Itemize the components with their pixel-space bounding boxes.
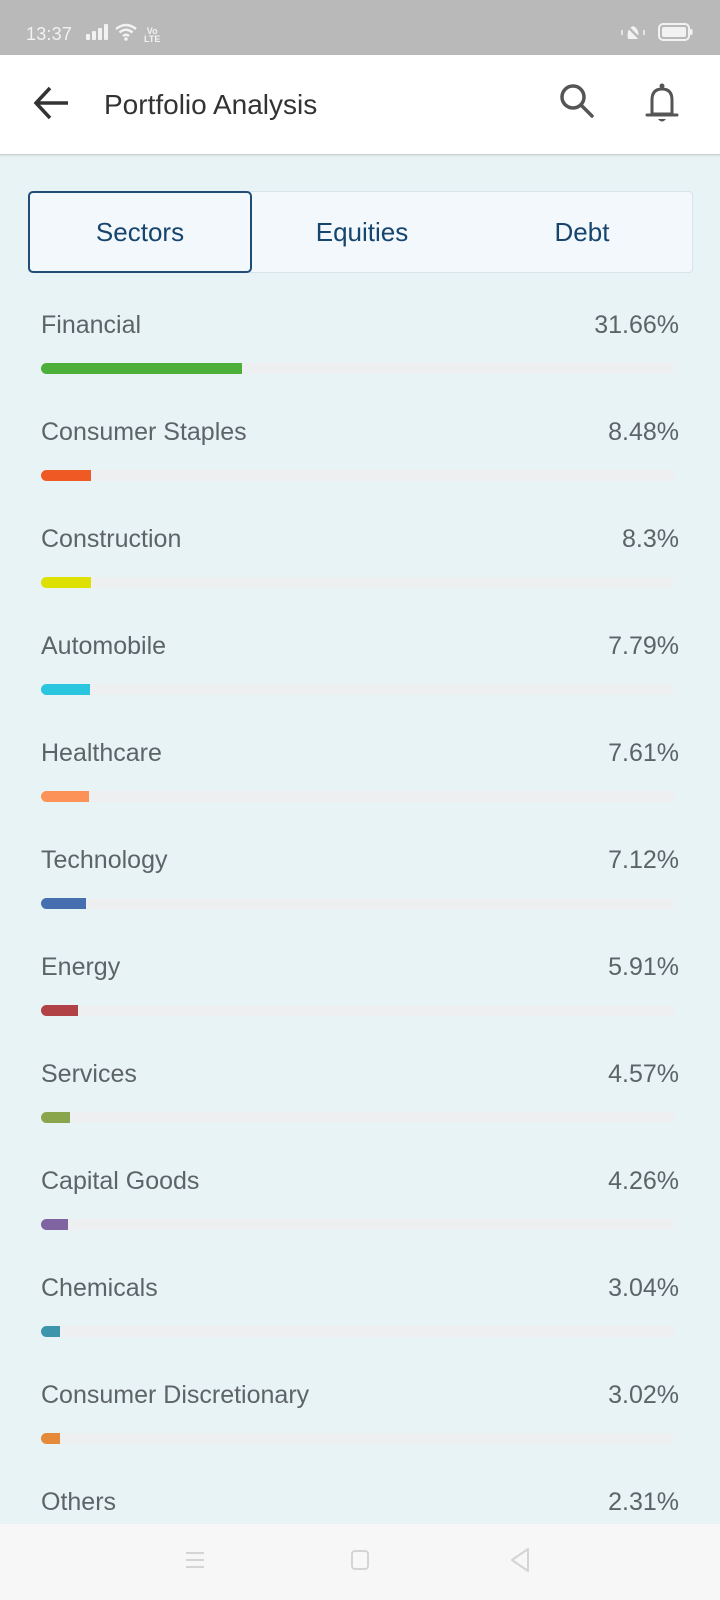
- sector-row[interactable]: Capital Goods 4.26%: [0, 1149, 720, 1256]
- sector-percent: 3.04%: [608, 1274, 679, 1302]
- allocation-bar-fill: [41, 470, 91, 481]
- volte-icon: Vo LTE: [144, 25, 161, 44]
- sector-row[interactable]: Chemicals 3.04%: [0, 1256, 720, 1363]
- sector-percent: 7.12%: [608, 846, 679, 874]
- navigation-bar: [0, 1524, 720, 1600]
- allocation-bar-track: [41, 898, 675, 909]
- sector-name: Consumer Staples: [41, 418, 247, 446]
- search-icon: [558, 82, 596, 125]
- sector-row[interactable]: Healthcare 7.61%: [0, 721, 720, 828]
- allocation-bar-track: [41, 1112, 675, 1123]
- allocation-bar-fill: [41, 577, 91, 588]
- sector-name: Construction: [41, 525, 182, 553]
- tab-sectors[interactable]: Sectors: [28, 191, 252, 273]
- sector-percent: 8.3%: [622, 525, 679, 553]
- sector-row[interactable]: Financial 31.66%: [0, 293, 720, 400]
- allocation-bar-track: [41, 1005, 675, 1016]
- home-button[interactable]: [340, 1544, 380, 1580]
- sector-percent: 5.91%: [608, 953, 679, 981]
- sector-name: Financial: [41, 311, 142, 339]
- back-button[interactable]: [30, 83, 74, 127]
- allocation-bar-fill: [41, 363, 242, 374]
- status-time: 13:37: [26, 24, 73, 44]
- allocation-bar-fill: [41, 684, 90, 695]
- sector-name: Energy: [41, 953, 121, 981]
- sector-percent: 2.31%: [608, 1488, 679, 1516]
- sector-row[interactable]: Construction 8.3%: [0, 507, 720, 614]
- search-button[interactable]: [555, 81, 599, 125]
- sector-name: Healthcare: [41, 739, 162, 767]
- tab-equities[interactable]: Equities: [252, 192, 472, 272]
- sector-percent: 7.61%: [608, 739, 679, 767]
- sector-name: Others: [41, 1488, 117, 1516]
- sector-percent: 7.79%: [608, 632, 679, 660]
- sector-name: Automobile: [41, 632, 167, 660]
- status-bar: 13:37 Vo LTE: [0, 0, 720, 55]
- sector-percent: 4.26%: [608, 1167, 679, 1195]
- tab-debt[interactable]: Debt: [472, 192, 692, 272]
- sector-row[interactable]: Technology 7.12%: [0, 828, 720, 935]
- system-back-button[interactable]: [500, 1544, 540, 1580]
- allocation-bar-track: [41, 1433, 675, 1444]
- sector-name: Consumer Discretionary: [41, 1381, 310, 1409]
- app-bar: Portfolio Analysis: [0, 55, 720, 155]
- sector-row[interactable]: Consumer Discretionary 3.02%: [0, 1363, 720, 1470]
- recent-apps-button[interactable]: [175, 1544, 215, 1580]
- sector-row[interactable]: Consumer Staples 8.48%: [0, 400, 720, 507]
- wifi-icon: [114, 23, 138, 46]
- tab-bar: Sectors Equities Debt: [28, 191, 693, 273]
- allocation-bar-track: [41, 470, 675, 481]
- sector-percent: 31.66%: [594, 311, 679, 339]
- sector-percent: 3.02%: [608, 1381, 679, 1409]
- allocation-bar-fill: [41, 1219, 68, 1230]
- allocation-bar-fill: [41, 1112, 70, 1123]
- allocation-bar-track: [41, 684, 675, 695]
- allocation-bar-track: [41, 363, 675, 374]
- sector-name: Technology: [41, 846, 168, 874]
- sector-percent: 4.57%: [608, 1060, 679, 1088]
- allocation-bar-fill: [41, 1005, 78, 1016]
- page-title: Portfolio Analysis: [104, 89, 318, 120]
- sector-name: Chemicals: [41, 1274, 158, 1302]
- sector-name: Services: [41, 1060, 137, 1088]
- allocation-bar-track: [41, 577, 675, 588]
- notifications-button[interactable]: [640, 81, 684, 131]
- signal-icon: [86, 24, 109, 45]
- allocation-bar-track: [41, 1219, 675, 1230]
- sector-row[interactable]: Energy 5.91%: [0, 935, 720, 1042]
- allocation-bar-fill: [41, 791, 89, 802]
- menu-icon: [183, 1548, 207, 1577]
- sector-list: Financial 31.66% Consumer Staples 8.48% Cons…: [0, 293, 720, 1577]
- sector-row[interactable]: Services 4.57%: [0, 1042, 720, 1149]
- sector-percent: 8.48%: [608, 418, 679, 446]
- vibrate-off-icon: [620, 21, 646, 48]
- battery-icon: [658, 22, 694, 47]
- home-icon: [348, 1548, 372, 1577]
- arrow-left-icon: [32, 85, 72, 126]
- back-triangle-icon: [508, 1546, 532, 1579]
- sector-row[interactable]: Automobile 7.79%: [0, 614, 720, 721]
- allocation-bar-track: [41, 791, 675, 802]
- bell-icon: [644, 82, 680, 131]
- allocation-bar-track: [41, 1326, 675, 1337]
- allocation-bar-fill: [41, 898, 86, 909]
- sector-name: Capital Goods: [41, 1167, 200, 1195]
- allocation-bar-fill: [41, 1326, 60, 1337]
- allocation-bar-fill: [41, 1433, 60, 1444]
